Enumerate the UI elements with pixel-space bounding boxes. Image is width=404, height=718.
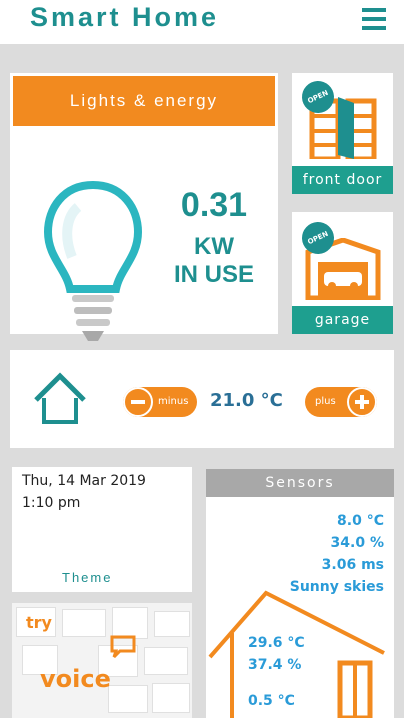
plus-label: plus <box>315 396 336 407</box>
voice-tile <box>108 685 148 713</box>
energy-value: 0.31 <box>180 186 248 224</box>
plus-icon <box>347 387 377 417</box>
indoor-humidity: 37.4 % <box>248 657 302 673</box>
front-door-label: front door <box>292 166 393 194</box>
outdoor-humidity: 34.0 % <box>330 535 384 551</box>
voice-tile <box>144 647 188 675</box>
lights-energy-title: Lights & energy <box>13 76 275 126</box>
minus-icon <box>123 387 153 417</box>
outdoor-temperature: 8.0 °C <box>337 513 384 529</box>
app-title: Smart Home <box>30 2 220 32</box>
datetime-card: Thu, 14 Mar 2019 1:10 pm Theme <box>12 467 192 592</box>
garage-label: garage <box>292 306 393 334</box>
temperature-value: 21.0 °C <box>210 390 283 411</box>
indoor-temperature-2: 0.5 °C <box>248 693 295 709</box>
energy-unit-line2: IN USE <box>173 261 254 288</box>
energy-unit-line1: KW <box>194 233 234 260</box>
theme-button[interactable]: Theme <box>62 570 112 585</box>
try-label: try <box>26 613 52 632</box>
app-header: Smart Home <box>0 0 404 44</box>
voice-tile <box>62 609 106 637</box>
plus-button[interactable]: plus <box>305 387 377 417</box>
bulb-icon <box>43 180 143 341</box>
time-text: 1:10 pm <box>22 495 81 511</box>
minus-label: minus <box>158 396 189 407</box>
front-door-tile[interactable]: OPEN front door <box>292 73 393 194</box>
latency-value: 3.06 ms <box>321 557 384 573</box>
sensors-title: Sensors <box>206 469 394 497</box>
minus-button[interactable]: minus <box>123 387 197 417</box>
date-text: Thu, 14 Mar 2019 <box>22 473 146 489</box>
house-outline-icon <box>208 590 385 718</box>
menu-icon[interactable] <box>362 8 386 30</box>
indoor-temperature: 29.6 °C <box>248 635 305 651</box>
voice-card[interactable]: try voice <box>12 603 192 718</box>
thermostat-card: minus 21.0 °C plus <box>10 350 394 448</box>
garage-tile[interactable]: OPEN garage <box>292 212 393 334</box>
speech-bubble-icon <box>110 635 136 659</box>
energy-unit: KW IN USE <box>158 233 270 289</box>
lights-energy-card[interactable]: Lights & energy 0.31 KW IN USE <box>10 73 278 341</box>
sensors-card: Sensors 8.0 °C 34.0 % 3.06 ms Sunny skie… <box>206 469 394 718</box>
house-icon <box>34 372 86 424</box>
voice-tile <box>152 683 190 713</box>
voice-label: voice <box>40 665 111 693</box>
voice-tile <box>154 611 190 637</box>
